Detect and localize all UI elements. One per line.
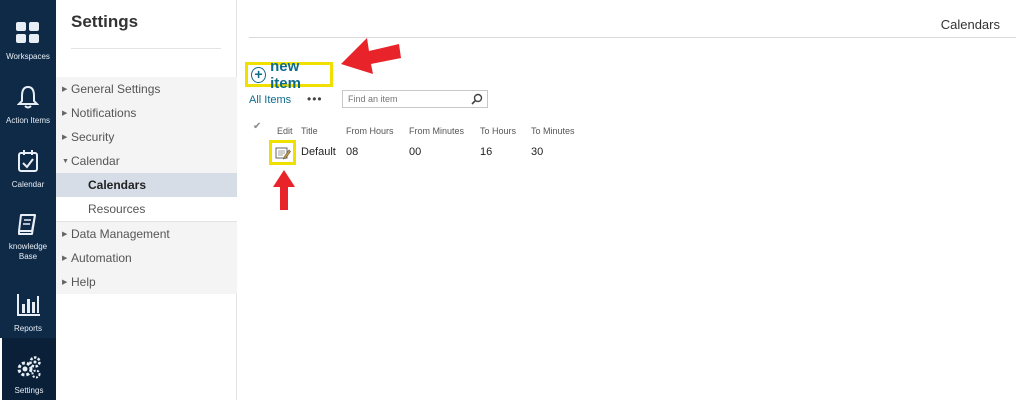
column-header-to-hours[interactable]: To Hours <box>480 126 516 136</box>
chevron-right-icon: ▶ <box>62 86 68 93</box>
page-title: Calendars <box>940 17 1000 32</box>
calendar-icon <box>15 148 41 174</box>
rail-label: Workspaces <box>6 52 50 61</box>
nav-item-label: Calendars <box>88 178 147 192</box>
rail-item-reports[interactable]: Reports <box>0 272 56 334</box>
column-header-edit: Edit <box>277 126 293 136</box>
column-header-title[interactable]: Title <box>301 126 318 136</box>
chevron-right-icon: ▶ <box>62 279 68 286</box>
edit-pencil-icon <box>275 147 291 159</box>
rail-item-settings[interactable]: Settings <box>0 338 56 400</box>
rail-label: Action Items <box>5 116 50 125</box>
nav-item-label: Data Management <box>71 227 170 241</box>
chevron-right-icon: ▶ <box>62 134 68 141</box>
cell-title[interactable]: Default <box>301 146 336 158</box>
column-header-from-minutes[interactable]: From Minutes <box>409 126 464 136</box>
column-header-to-minutes[interactable]: To Minutes <box>531 126 575 136</box>
nav-item-label: Help <box>71 275 96 289</box>
nav-item-label: Calendar <box>71 154 120 168</box>
nav-item-label: Resources <box>88 202 146 216</box>
divider <box>71 48 221 49</box>
cell-from-minutes: 00 <box>409 146 422 158</box>
plus-circle-icon: + <box>251 66 267 83</box>
column-header-from-hours[interactable]: From Hours <box>346 126 394 136</box>
search-icon[interactable] <box>468 91 486 107</box>
rail-label: Settings <box>14 386 44 395</box>
chevron-down-icon: ▼ <box>62 157 69 165</box>
new-item-label: new item <box>270 57 301 92</box>
rail-item-workspaces[interactable]: Workspaces <box>0 0 56 62</box>
search-input[interactable] <box>343 91 468 107</box>
settings-title: Settings <box>71 12 139 31</box>
chevron-right-icon: ▶ <box>62 231 68 238</box>
annotation-arrow-up-icon <box>273 170 295 210</box>
new-item-button[interactable]: + new item <box>245 58 333 92</box>
nav-item-general-settings[interactable]: ▶ General Settings <box>56 77 237 101</box>
annotation-arrow-icon <box>341 38 401 74</box>
gears-icon <box>16 354 42 380</box>
chevron-right-icon: ▶ <box>62 255 68 262</box>
view-all-items[interactable]: All Items <box>249 94 291 106</box>
edit-button[interactable] <box>269 140 296 165</box>
grid-icon <box>15 20 41 46</box>
nav-item-label: General Settings <box>71 82 161 96</box>
select-all-checkmark-icon[interactable]: ✔ <box>253 121 261 132</box>
settings-panel: Settings ▶ General Settings ▶ Notificati… <box>56 0 237 400</box>
nav-item-label: Automation <box>71 251 132 265</box>
main-content: Calendars + new item All Items ••• ✔ Edi… <box>237 0 1024 400</box>
nav-item-data-management[interactable]: ▶ Data Management <box>56 222 237 246</box>
nav-subitem-resources[interactable]: Resources <box>56 197 237 221</box>
cell-to-hours: 16 <box>480 146 493 158</box>
rail-item-knowledge-base[interactable]: knowledge Base <box>0 192 56 261</box>
rail-label: Calendar <box>11 180 45 189</box>
nav-item-help[interactable]: ▶ Help <box>56 270 237 294</box>
nav-item-security[interactable]: ▶ Security <box>56 125 237 149</box>
nav-item-calendar[interactable]: ▼ Calendar <box>56 149 237 173</box>
bar-chart-icon <box>15 292 41 318</box>
settings-nav: ▶ General Settings ▶ Notifications ▶ Sec… <box>56 77 237 294</box>
chevron-right-icon: ▶ <box>62 110 68 117</box>
app-rail: Workspaces Action Items Calendar knowled… <box>0 0 56 400</box>
cell-from-hours: 08 <box>346 146 359 158</box>
rail-label: knowledge Base <box>8 242 48 261</box>
cell-to-minutes: 30 <box>531 146 544 158</box>
nav-subitem-calendars[interactable]: Calendars <box>56 173 237 197</box>
more-options-button[interactable]: ••• <box>307 92 323 106</box>
nav-item-automation[interactable]: ▶ Automation <box>56 246 237 270</box>
search-box <box>342 90 488 108</box>
rail-item-calendar[interactable]: Calendar <box>0 128 56 190</box>
bell-icon <box>15 84 41 110</box>
book-icon <box>15 212 41 236</box>
nav-item-label: Notifications <box>71 106 137 120</box>
nav-item-notifications[interactable]: ▶ Notifications <box>56 101 237 125</box>
rail-item-action-items[interactable]: Action Items <box>0 64 56 126</box>
nav-item-label: Security <box>71 130 115 144</box>
rail-label: Reports <box>13 324 42 333</box>
